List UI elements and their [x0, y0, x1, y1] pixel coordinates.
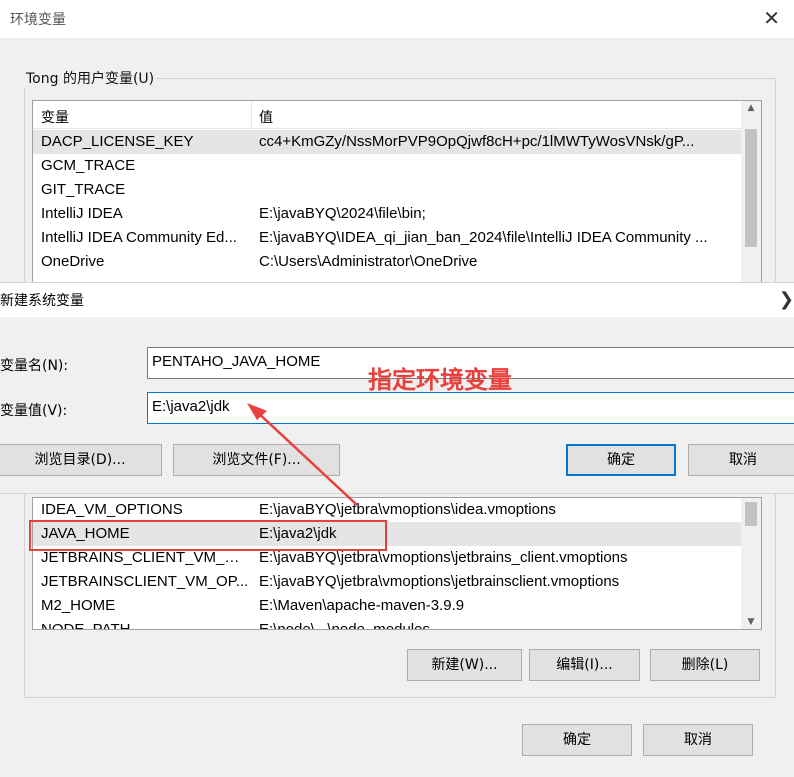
- annotation-arrow-icon: [247, 403, 358, 506]
